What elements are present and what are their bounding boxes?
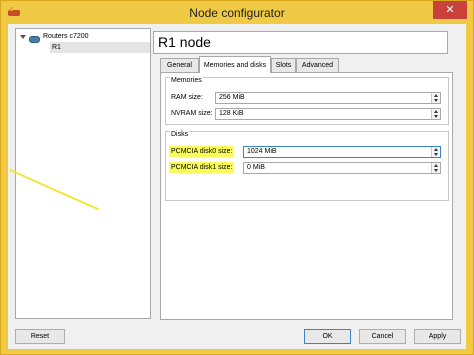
node-header: R1 node xyxy=(153,31,448,54)
tree-item-label: R1 xyxy=(52,44,61,51)
page-title: R1 node xyxy=(158,34,211,50)
pcmcia-disk1-size-value: 0 MiB xyxy=(247,164,265,171)
dialog-body: Routers c7200 R1 R1 node General Memorie… xyxy=(8,24,466,349)
tab-memories-and-disks[interactable]: Memories and disks xyxy=(199,56,271,73)
expand-arrow-icon[interactable] xyxy=(20,35,26,39)
pcmcia-disk1-size-label: PCMCIA disk1 size: xyxy=(169,162,235,173)
reset-button[interactable]: Reset xyxy=(15,329,65,344)
tree-item-r1[interactable]: R1 xyxy=(50,42,150,53)
pcmcia-disk1-size-stepper[interactable] xyxy=(431,163,440,173)
disks-group-title: Disks xyxy=(170,131,190,138)
ram-size-label: RAM size: xyxy=(171,94,203,101)
cancel-button[interactable]: Cancel xyxy=(359,329,406,344)
ram-size-stepper[interactable] xyxy=(431,93,440,103)
ram-size-value: 256 MiB xyxy=(219,94,245,101)
tab-general[interactable]: General xyxy=(160,58,199,72)
memories-group-title: Memories xyxy=(170,77,203,84)
node-configurator-window: Node configurator ✕ Routers c7200 R1 R1 … xyxy=(0,0,474,355)
nvram-size-spinbox[interactable]: 128 KiB xyxy=(215,108,441,120)
nvram-size-value: 128 KiB xyxy=(219,110,244,117)
ok-button[interactable]: OK xyxy=(304,329,351,344)
pcmcia-disk1-size-spinbox[interactable]: 0 MiB xyxy=(243,162,441,174)
disks-group: Disks PCMCIA disk0 size: 1024 MiB PCMCIA… xyxy=(165,131,449,201)
window-title: Node configurator xyxy=(189,6,285,20)
pcmcia-disk0-size-label: PCMCIA disk0 size: xyxy=(169,146,235,157)
tree-item-label: Routers c7200 xyxy=(43,33,89,40)
memories-group: Memories RAM size: 256 MiB NVRAM size: 1… xyxy=(165,77,449,125)
tab-panel-memories-and-disks: Memories RAM size: 256 MiB NVRAM size: 1… xyxy=(160,72,453,320)
tab-slots[interactable]: Slots xyxy=(271,58,296,72)
pcmcia-disk0-size-stepper[interactable] xyxy=(431,147,440,157)
tree-item-routers-c7200[interactable]: Routers c7200 xyxy=(16,31,150,43)
nvram-size-label: NVRAM size: xyxy=(171,110,213,117)
nvram-size-stepper[interactable] xyxy=(431,109,440,119)
router-icon xyxy=(29,36,40,43)
tab-advanced[interactable]: Advanced xyxy=(296,58,339,72)
ram-size-spinbox[interactable]: 256 MiB xyxy=(215,92,441,104)
node-tree[interactable]: Routers c7200 R1 xyxy=(15,28,151,319)
title-bar[interactable]: Node configurator ✕ xyxy=(1,1,473,24)
apply-button[interactable]: Apply xyxy=(414,329,461,344)
pcmcia-disk0-size-spinbox[interactable]: 1024 MiB xyxy=(243,146,441,158)
close-button[interactable]: ✕ xyxy=(433,1,467,19)
pcmcia-disk0-size-value: 1024 MiB xyxy=(247,148,277,155)
